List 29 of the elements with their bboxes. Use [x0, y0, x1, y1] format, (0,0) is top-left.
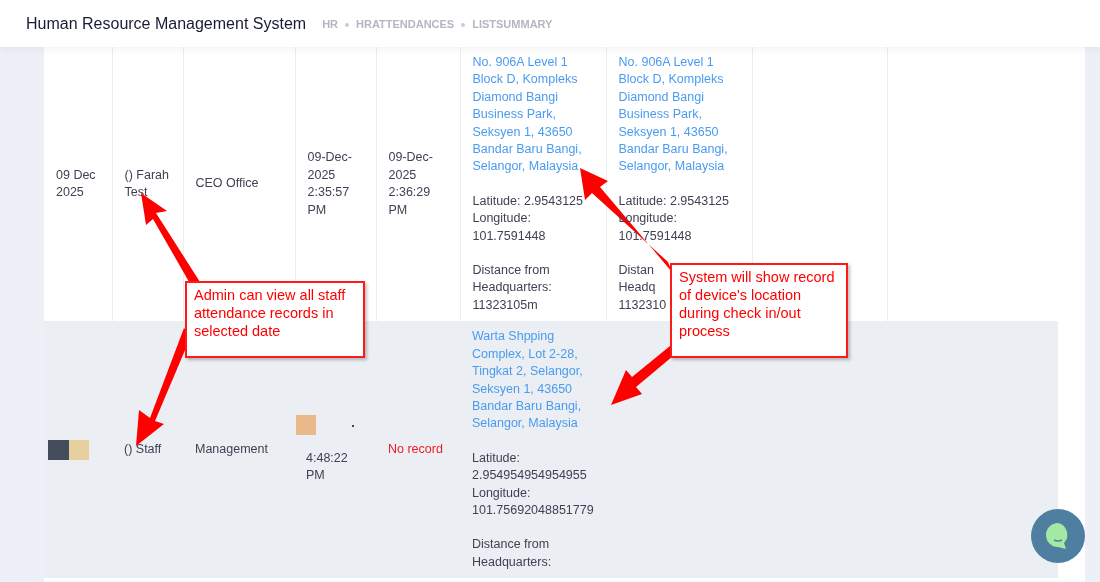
cell-text: 09 Dec 2025: [56, 167, 96, 200]
cell-text: 09-Dec-2025 2:36:29 PM: [388, 150, 433, 217]
latitude-text: Latitude: 2.9543125: [618, 192, 731, 210]
cell-text: () Farah Test: [124, 167, 169, 200]
no-record-text: No record: [388, 442, 443, 456]
cell-text: Management: [195, 442, 268, 456]
page-title: Human Resource Management System: [26, 13, 307, 34]
cell-text: CEO Office: [195, 176, 259, 191]
broken-image: [48, 439, 89, 460]
breadcrumb-link[interactable]: LISTSUMMARY: [472, 16, 553, 33]
annotation-callout: System will show record of device's location during check in/out process: [670, 263, 848, 358]
distance-text: Distance from Headquarters: 11323105m: [472, 262, 552, 314]
breadcrumb-link[interactable]: HRATTENDANCES: [356, 16, 455, 33]
cell-text: 09-Dec-2025 2:35:57 PM: [307, 150, 352, 217]
longitude-text: Longitude: 101.75692048851779: [472, 484, 594, 519]
address-link[interactable]: Warta Shpping Complex, Lot 2-28, Tingkat 2, Selangor, Seksyen 1, 43650 Bandar Baru Bangi, Selangor, Malaysia: [472, 328, 594, 433]
distance-text: Distan Headq 1132310: [618, 262, 667, 314]
address-link[interactable]: No. 906A Level 1 Block D, Kompleks Diamond Bangi Business Park, Seksyen 1, 43650 Bandar Baru Bangi, Selangor, Malaysia: [472, 54, 594, 176]
latitude-text: Latitude: 2.9543125: [472, 192, 585, 210]
breadcrumb-link[interactable]: HR: [322, 16, 338, 33]
latitude-text: Latitude: 2.954954954954955: [472, 449, 588, 485]
cell-text: 4:48:22 PM: [306, 450, 348, 483]
broken-image: [296, 414, 356, 435]
arrow: [611, 346, 673, 405]
cell-text: () Staff: [124, 442, 162, 456]
longitude-text: Longitude: 101.7591448: [472, 210, 547, 245]
address-link[interactable]: No. 906A Level 1 Block D, Kompleks Diamond Bangi Business Park, Seksyen 1, 43650 Bandar Baru Bangi, Selangor, Malaysia: [618, 54, 740, 176]
distance-text: Distance from Headquarters:: [472, 536, 552, 571]
annotation-callout: Admin can view all staff attendance records in selected date: [185, 281, 365, 358]
